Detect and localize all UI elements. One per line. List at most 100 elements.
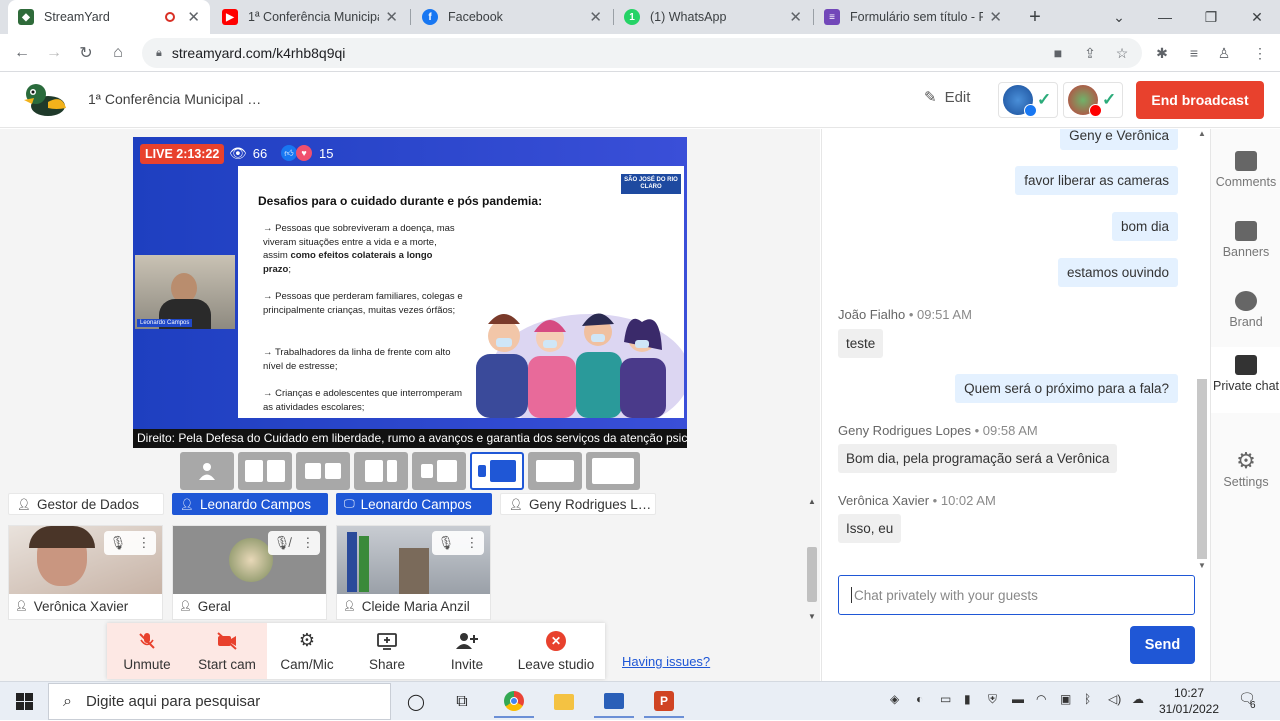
bluetooth-icon[interactable]: ᛒ [1084, 692, 1091, 706]
scroll-up-icon[interactable]: ▲ [808, 497, 816, 506]
restore-icon[interactable]: ❐ [1188, 0, 1234, 34]
cortana-icon[interactable]: ◯ [396, 686, 436, 718]
banner-icon [1235, 221, 1257, 241]
more-options-icon[interactable]: ⋮ [301, 535, 314, 551]
participant-tile[interactable]: 🎙︎ ⋮ 👤︎ Cleide Maria Anzil [336, 525, 491, 620]
chat-scrollbar[interactable]: ▲ ▼ [1195, 129, 1209, 575]
participant-tile[interactable]: 🎙︎̸ ⋮ 👤︎ Geral [172, 525, 327, 620]
bookmark-star-icon[interactable]: ☆ [1112, 44, 1132, 62]
scroll-up-icon[interactable]: ▲ [1198, 129, 1206, 138]
close-tab-icon[interactable]: ✕ [385, 8, 398, 26]
teams-icon[interactable]: ◈ [890, 692, 899, 706]
layout-solo[interactable] [180, 452, 234, 490]
unmute-button[interactable]: Unmute [107, 623, 187, 679]
volume-icon[interactable]: ◁) [1108, 692, 1121, 706]
mic-off-icon[interactable]: 🎙︎̸ [274, 535, 291, 551]
battery-icon[interactable]: ▬ [1012, 692, 1024, 706]
file-explorer-icon[interactable] [544, 686, 584, 718]
task-view-icon[interactable]: ⧉ [442, 686, 482, 718]
layout-thin[interactable] [354, 452, 408, 490]
new-tab-icon[interactable]: + [1012, 0, 1058, 34]
tab-youtube[interactable]: ▶ 1ª Conferência Municipal ✕ [212, 0, 408, 34]
home-icon[interactable]: ⌂ [104, 40, 132, 66]
reload-icon[interactable]: ↻ [72, 40, 100, 66]
more-options-icon[interactable]: ⋮ [465, 535, 478, 551]
start-cam-button[interactable]: Start cam [187, 623, 267, 679]
url-field[interactable]: 🔒︎ streamyard.com/k4rhb8q9qi [142, 38, 1142, 68]
layout-leader[interactable] [296, 452, 350, 490]
start-button[interactable] [0, 682, 48, 721]
camera-permission-icon[interactable]: ■ [1048, 44, 1068, 62]
avatar [1003, 85, 1037, 117]
sidenav-settings[interactable]: ⚙ Settings [1211, 450, 1280, 490]
taskbar-search[interactable]: ⌕ Digite aqui para pesquisar [48, 683, 391, 720]
sidenav-banners[interactable]: Banners [1211, 221, 1280, 259]
tab-facebook[interactable]: f Facebook ✕ [412, 0, 612, 34]
nvidia-icon[interactable]: ▣ [1060, 692, 1071, 706]
destination-youtube[interactable]: ✓ [1063, 82, 1123, 118]
participant-chip-on-stage[interactable]: 👤︎ Leonardo Campos [172, 493, 328, 515]
media-control-icon[interactable]: ≡ [1184, 44, 1204, 62]
scroll-down-icon[interactable]: ▼ [808, 612, 816, 621]
end-broadcast-button[interactable]: End broadcast [1136, 81, 1264, 119]
participant-chip[interactable]: 👤︎ Gestor de Dados [8, 493, 164, 515]
close-tab-icon[interactable]: ✕ [187, 8, 200, 26]
leave-studio-button[interactable]: ✕ Leave studio [507, 623, 605, 679]
extensions-icon[interactable]: ✱ [1152, 44, 1172, 62]
tile-controls: 🎙︎ ⋮ [104, 531, 156, 555]
edit-button[interactable]: ✎ Edit [924, 88, 970, 107]
tray-app-icon[interactable]: ▭ [940, 692, 951, 706]
layout-screen-with-cam[interactable] [470, 452, 524, 490]
having-issues-link[interactable]: Having issues? [622, 654, 710, 669]
microphone-in-use-icon[interactable]: ▮ [964, 692, 971, 706]
chrome-icon[interactable] [494, 686, 534, 718]
sidenav-comments[interactable]: Comments [1211, 151, 1280, 189]
scrollbar-thumb[interactable] [1197, 379, 1207, 559]
scrollbar-thumb[interactable] [807, 547, 817, 602]
taskbar-clock[interactable]: 10:27 31/01/2022 [1156, 685, 1222, 717]
profile-avatar[interactable]: ♙ [1214, 44, 1234, 62]
streamyard-logo[interactable] [22, 80, 68, 120]
layout-group[interactable] [238, 452, 292, 490]
layout-screen-only-small[interactable] [528, 452, 582, 490]
eye-icon: 👁︎ [229, 145, 247, 161]
invite-button[interactable]: Invite [427, 623, 507, 679]
sidenav-private-chat[interactable]: Private chat [1211, 347, 1280, 413]
close-tab-icon[interactable]: ✕ [789, 8, 802, 26]
participants-scrollbar[interactable]: ▲ ▼ [805, 497, 819, 621]
meet-now-icon[interactable]: ◐ [916, 692, 923, 706]
chat-input[interactable]: Chat privately with your guests [838, 575, 1195, 615]
tab-search-icon[interactable]: ⌄ [1096, 0, 1142, 34]
close-tab-icon[interactable]: ✕ [989, 8, 1002, 26]
broadcast-title[interactable]: 1ª Conferência Municipal … [88, 91, 261, 107]
participant-tile[interactable]: 🎙︎ ⋮ 👤︎ Verônica Xavier [8, 525, 163, 620]
tab-google-forms[interactable]: ≡ Formulário sem título - Fo ✕ [814, 0, 1012, 34]
participant-chip[interactable]: 👤︎ Geny Rodrigues L… [500, 493, 656, 515]
close-window-icon[interactable]: ✕ [1234, 0, 1280, 34]
destination-facebook[interactable]: ✓ [998, 82, 1058, 118]
onedrive-cloud-icon[interactable]: ☁ [1132, 692, 1144, 706]
tab-whatsapp[interactable]: 1 (1) WhatsApp ✕ [614, 0, 812, 34]
powerpoint-icon[interactable]: P [644, 686, 684, 718]
remote-desktop-icon[interactable] [594, 686, 634, 718]
tab-streamyard[interactable]: ◆ StreamYard ✕ [8, 0, 210, 34]
send-button[interactable]: Send [1130, 626, 1195, 664]
scroll-down-icon[interactable]: ▼ [1198, 561, 1206, 570]
forward-icon[interactable]: → [40, 40, 68, 66]
layout-fullscreen[interactable] [586, 452, 640, 490]
cam-mic-settings-button[interactable]: ⚙ Cam/Mic [267, 623, 347, 679]
screen-share-chip-on-stage[interactable]: 🖵︎ Leonardo Campos [336, 493, 492, 515]
mic-icon[interactable]: 🎙︎ [110, 535, 127, 551]
share-screen-button[interactable]: Share [347, 623, 427, 679]
close-tab-icon[interactable]: ✕ [589, 8, 602, 26]
minimize-icon[interactable]: — [1142, 0, 1188, 34]
share-icon[interactable]: ⇪ [1080, 44, 1100, 62]
layout-side-by-side[interactable] [412, 452, 466, 490]
security-shield-icon[interactable]: ⛨ [988, 692, 997, 707]
mic-icon[interactable]: 🎙︎ [438, 535, 455, 551]
more-options-icon[interactable]: ⋮ [137, 535, 150, 551]
back-icon[interactable]: ← [8, 40, 36, 66]
wifi-icon[interactable]: ◠ [1036, 692, 1046, 706]
browser-menu-icon[interactable]: ⋮ [1250, 44, 1270, 62]
sidenav-brand[interactable]: Brand [1211, 291, 1280, 329]
